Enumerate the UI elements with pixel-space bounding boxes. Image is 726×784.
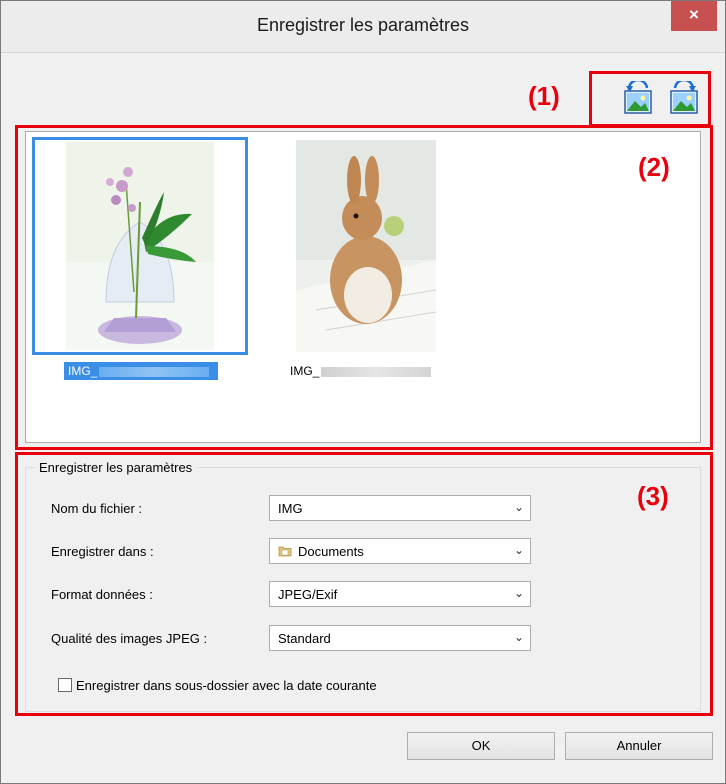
ok-button[interactable]: OK [407, 732, 555, 760]
chevron-down-icon: ⌄ [513, 543, 524, 557]
file-name-label: Nom du fichier : [51, 501, 143, 516]
save-in-combo[interactable]: Documents ⌄ [269, 538, 531, 564]
close-button[interactable]: × [671, 1, 717, 31]
thumbnail-flower[interactable] [66, 142, 214, 350]
title-bar: Enregistrer les paramètres × [1, 1, 725, 53]
thumbnail-rabbit[interactable] [296, 140, 436, 352]
file-name-value: IMG [278, 501, 303, 516]
save-in-value: Documents [298, 544, 364, 559]
subfolder-date-label[interactable]: Enregistrer dans sous-dossier avec la da… [76, 678, 377, 693]
rabbit-image [296, 140, 436, 352]
thumbnail-preview-area[interactable]: (2) IMG_ IMG_ [25, 131, 701, 443]
chevron-down-icon: ⌄ [513, 586, 524, 600]
thumbnail-label-2: IMG_ [290, 364, 450, 378]
rotate-right-icon[interactable] [665, 81, 701, 117]
data-format-label: Format données : [51, 587, 153, 602]
jpeg-quality-combo[interactable]: Standard ⌄ [269, 625, 531, 651]
save-settings-dialog: Enregistrer les paramètres × (1) (2) IMG… [0, 0, 726, 784]
save-in-label: Enregistrer dans : [51, 544, 154, 559]
annotation-label-2: (2) [638, 152, 670, 182]
thumbnail-label-1: IMG_ [64, 362, 218, 380]
chevron-down-icon: ⌄ [513, 630, 524, 644]
data-format-combo[interactable]: JPEG/Exif ⌄ [269, 581, 531, 607]
flower-image [66, 142, 214, 350]
group-title: Enregistrer les paramètres [35, 460, 197, 475]
jpeg-quality-value: Standard [278, 631, 331, 646]
folder-icon [278, 546, 292, 557]
data-format-value: JPEG/Exif [278, 587, 338, 602]
chevron-down-icon: ⌄ [513, 500, 524, 514]
annotation-label-1: (1) [528, 81, 560, 111]
rotate-left-icon[interactable] [621, 81, 657, 117]
cancel-button[interactable]: Annuler [565, 732, 713, 760]
jpeg-quality-label: Qualité des images JPEG : [51, 631, 208, 646]
file-name-combo[interactable]: IMG ⌄ [269, 495, 531, 521]
subfolder-date-checkbox[interactable] [58, 678, 72, 692]
dialog-title: Enregistrer les paramètres [256, 15, 470, 35]
